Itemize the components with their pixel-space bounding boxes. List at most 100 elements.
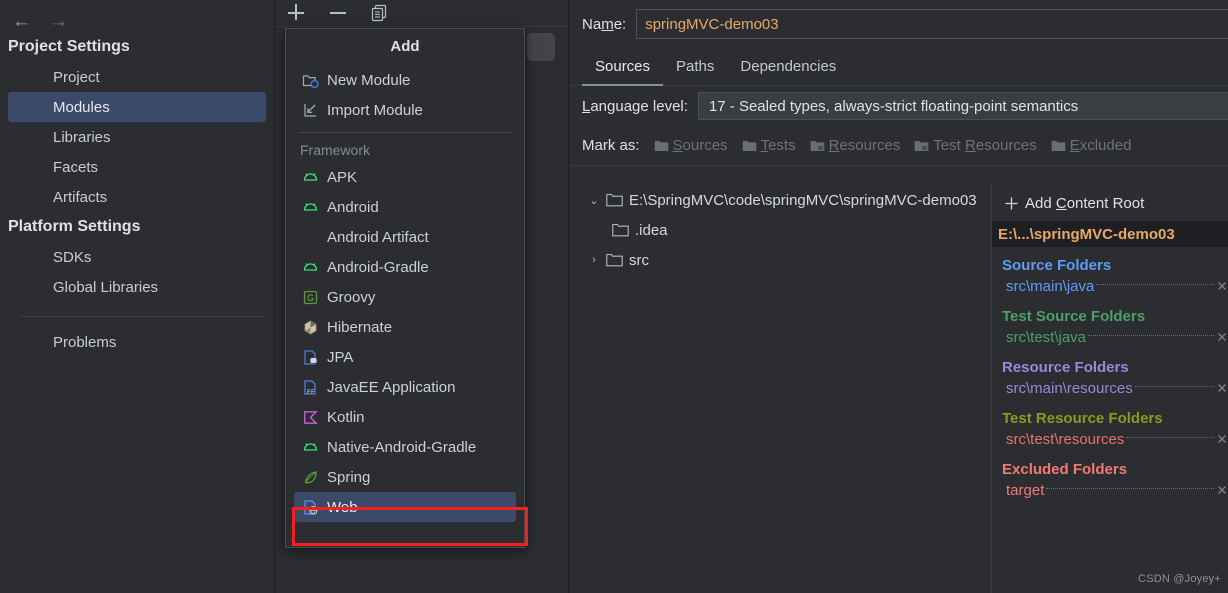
popup-item-javaee-application[interactable]: FF JavaEE Application: [286, 372, 524, 402]
popup-item-import-module[interactable]: Import Module: [286, 95, 524, 125]
chevron-down-icon[interactable]: ⌄: [582, 194, 606, 207]
plus-icon[interactable]: [286, 3, 306, 23]
web-icon: [302, 499, 319, 516]
spring-icon: [302, 469, 319, 486]
popup-item-native-android-gradle[interactable]: Native-Android-Gradle: [286, 432, 524, 462]
popup-item-hibernate[interactable]: Hibernate: [286, 312, 524, 342]
module-detail-panel: Name: springMVC-demo03 Sources Paths Dep…: [570, 0, 1228, 593]
mark-as-excluded-button[interactable]: Excluded: [1051, 137, 1131, 154]
language-level-label: Language level:: [582, 97, 688, 115]
modules-toolbar: [276, 0, 568, 27]
section-title: Excluded Folders: [1002, 461, 1128, 478]
popup-item-label: JPA: [327, 348, 354, 366]
folder-entry[interactable]: target: [992, 478, 1228, 502]
folder-entry[interactable]: src\test\resources: [992, 427, 1228, 451]
popup-item-label: JavaEE Application: [327, 378, 456, 396]
folder-icon: [612, 223, 629, 237]
mark-as-test-resources-button[interactable]: Test Resources: [914, 137, 1037, 154]
sidebar-item-project[interactable]: Project: [8, 62, 266, 92]
popup-item-jpa[interactable]: JPA: [286, 342, 524, 372]
chevron-right-icon[interactable]: ›: [582, 254, 606, 266]
popup-item-android[interactable]: Android: [286, 192, 524, 222]
copy-icon[interactable]: [370, 4, 388, 22]
add-content-root-button[interactable]: Add Content Root: [992, 185, 1228, 221]
sidebar-item-libraries[interactable]: Libraries: [8, 122, 266, 152]
sidebar-item-problems[interactable]: Problems: [8, 327, 266, 357]
popup-item-android-gradle[interactable]: Android-Gradle: [286, 252, 524, 282]
folder-icon: [654, 141, 668, 151]
popup-item-kotlin[interactable]: Kotlin: [286, 402, 524, 432]
watermark: CSDN @Joyey+: [1138, 573, 1221, 585]
section-test-source-folders: Test Source Folders src\test\java: [992, 308, 1228, 349]
folder-test-resource-icon: [914, 141, 929, 151]
section-title: Test Source Folders: [1002, 308, 1146, 325]
svg-text:G: G: [307, 293, 314, 303]
folder-entry-label: src\test\resources: [1006, 430, 1125, 448]
language-level-row: Language level: 17 - Sealed types, alway…: [570, 86, 1228, 126]
hibernate-icon: [302, 319, 319, 336]
module-name-input[interactable]: springMVC-demo03: [636, 9, 1228, 39]
popup-item-label: New Module: [327, 71, 411, 89]
leader-line: [1126, 436, 1214, 438]
sidebar-divider: [20, 316, 264, 317]
folder-entry[interactable]: src\main\java: [992, 274, 1228, 298]
leader-line: [1134, 385, 1214, 387]
tree-row[interactable]: ⌄ E:\SpringMVC\code\springMVC\springMVC-…: [570, 185, 991, 215]
popup-item-web[interactable]: Web: [294, 492, 516, 522]
popup-section-framework: Framework: [300, 142, 371, 158]
sidebar-item-global-libraries[interactable]: Global Libraries: [8, 272, 266, 302]
folder-icon: [606, 253, 623, 267]
popup-item-new-module[interactable]: New Module: [286, 65, 524, 95]
popup-item-groovy[interactable]: G Groovy: [286, 282, 524, 312]
leader-line: [1088, 334, 1214, 336]
popup-item-label: Import Module: [327, 101, 423, 119]
language-level-select[interactable]: 17 - Sealed types, always-strict floatin…: [697, 92, 1228, 120]
popup-item-apk[interactable]: APK: [286, 162, 524, 192]
mark-as-tests-button[interactable]: Tests: [742, 137, 796, 154]
remove-folder-icon: [1218, 486, 1226, 494]
sidebar-item-sdks[interactable]: SDKs: [8, 242, 266, 272]
popup-title: Add: [390, 38, 420, 55]
folder-icon: [742, 141, 756, 151]
folder-entry[interactable]: src\main\resources: [992, 376, 1228, 400]
module-tabs: Sources Paths Dependencies: [570, 48, 1228, 86]
module-settings-button[interactable]: [527, 33, 555, 61]
content-root-path[interactable]: E:\...\springMVC-demo03: [992, 221, 1228, 247]
back-arrow-icon[interactable]: ←: [12, 12, 31, 31]
popup-item-label: Spring: [327, 468, 371, 486]
popup-item-label: Android: [327, 198, 379, 216]
popup-item-spring[interactable]: Spring: [286, 462, 524, 492]
group-platform-settings: Platform Settings SDKs Global Libraries: [0, 212, 274, 302]
group-title-platform-settings: Platform Settings: [8, 218, 141, 235]
module-name-row: Name: springMVC-demo03: [570, 0, 1228, 48]
folder-entry-label: src\main\java: [1006, 277, 1095, 295]
section-title: Source Folders: [1002, 257, 1112, 274]
import-module-icon: [302, 102, 319, 119]
popup-item-android-artifact[interactable]: Android Artifact: [286, 222, 524, 252]
popup-item-label: Hibernate: [327, 318, 393, 336]
sidebar-item-artifacts[interactable]: Artifacts: [8, 182, 266, 212]
plus-icon: [1005, 197, 1018, 209]
sidebar-item-facets[interactable]: Facets: [8, 152, 266, 182]
android-icon: [302, 259, 319, 276]
language-level-value: 17 - Sealed types, always-strict floatin…: [708, 97, 1079, 115]
section-resource-folders: Resource Folders src\main\resources: [992, 359, 1228, 400]
tree-row[interactable]: › src: [570, 245, 991, 275]
forward-arrow-icon[interactable]: →: [49, 12, 68, 31]
sidebar-item-modules[interactable]: Modules: [8, 92, 266, 122]
mark-as-resources-button[interactable]: Resources: [810, 137, 900, 154]
popup-item-label: Android Artifact: [327, 228, 429, 246]
jpa-icon: [302, 349, 319, 366]
mark-as-sources-button[interactable]: Sources: [654, 137, 728, 154]
popup-separator: [298, 132, 512, 133]
folder-entry[interactable]: src\test\java: [992, 325, 1228, 349]
new-module-icon: [302, 72, 319, 89]
group-title-project-settings: Project Settings: [8, 38, 130, 55]
tree-row[interactable]: .idea: [570, 215, 991, 245]
tab-paths[interactable]: Paths: [663, 48, 727, 85]
minus-icon[interactable]: [328, 3, 348, 23]
add-content-root-label: Add Content Root: [1025, 194, 1145, 212]
folder-entry-label: src\main\resources: [1006, 379, 1133, 397]
tab-sources[interactable]: Sources: [582, 48, 664, 86]
tab-dependencies[interactable]: Dependencies: [727, 48, 849, 85]
